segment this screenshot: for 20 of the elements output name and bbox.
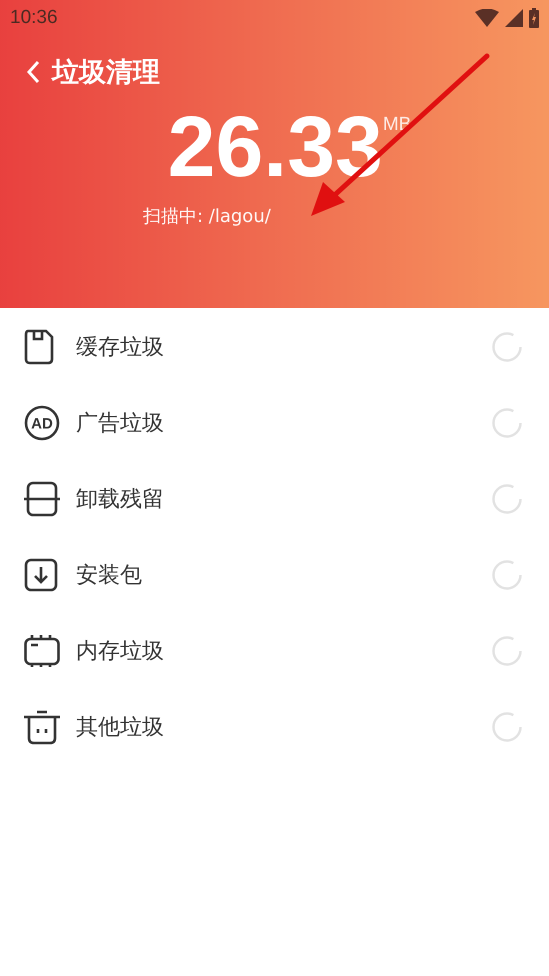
junk-size: 26.33	[168, 104, 383, 190]
category-label: 其他垃圾	[76, 714, 165, 742]
scan-status: 扫描中: /lagou/	[143, 205, 272, 228]
back-button[interactable]	[26, 60, 40, 84]
signal-icon	[505, 9, 523, 27]
file-icon	[24, 329, 54, 365]
category-label: 安装包	[76, 562, 143, 590]
ad-icon: AD	[24, 405, 60, 441]
download-icon	[24, 558, 58, 592]
memory-chip-icon	[24, 634, 60, 668]
category-label: 卸载残留	[76, 486, 165, 514]
trash-icon	[24, 709, 60, 745]
status-time: 10:36	[10, 7, 58, 29]
category-label: 广告垃圾	[76, 410, 165, 438]
category-label: 内存垃圾	[76, 638, 165, 666]
split-box-icon	[24, 481, 60, 517]
battery-icon	[529, 8, 539, 28]
wifi-icon	[475, 9, 499, 27]
category-label: 缓存垃圾	[76, 334, 165, 362]
page-title: 垃圾清理	[52, 56, 160, 90]
